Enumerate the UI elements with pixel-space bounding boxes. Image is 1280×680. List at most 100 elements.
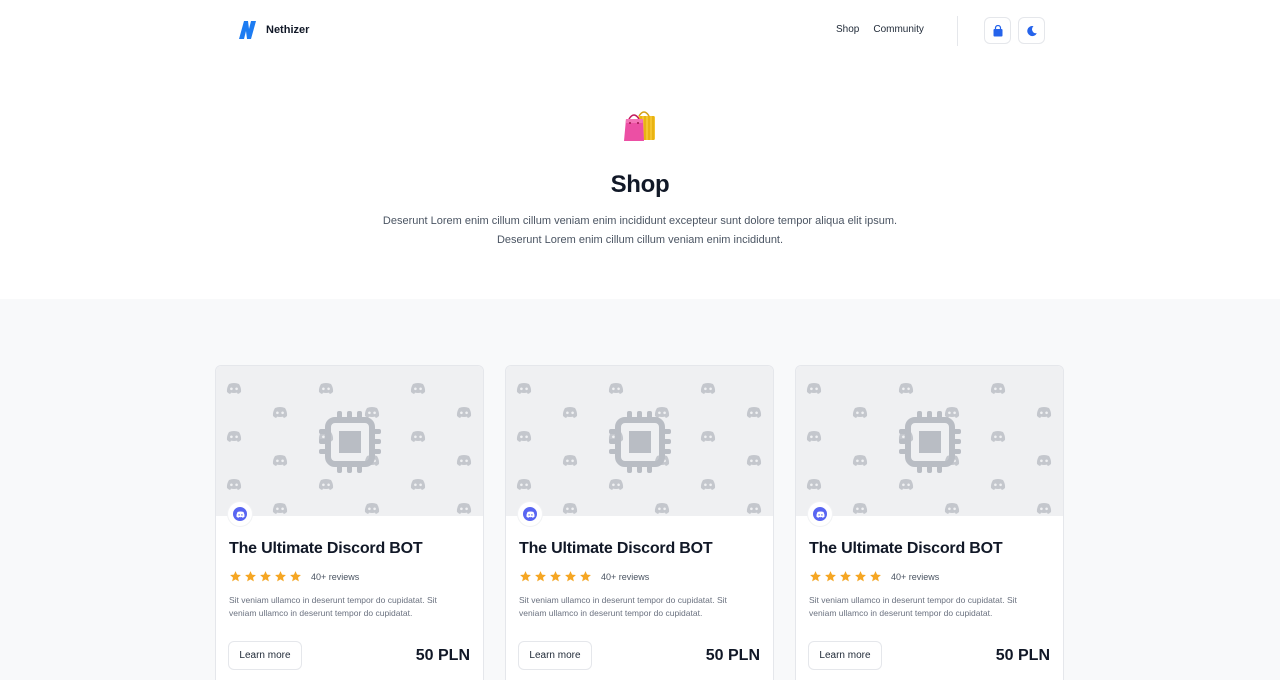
theme-toggle-button[interactable] [1018, 17, 1045, 44]
discord-icon [562, 503, 578, 514]
discord-icon [410, 431, 426, 442]
discord-icon [806, 383, 822, 394]
discord-icon [456, 455, 472, 466]
product-price: 50 PLN [995, 647, 1050, 664]
discord-icon [746, 455, 762, 466]
discord-icon [990, 431, 1006, 442]
main-nav: Shop Community [836, 24, 924, 35]
discord-icon [608, 479, 624, 490]
platform-badge [228, 502, 252, 526]
discord-icon [410, 479, 426, 490]
discord-icon [898, 479, 914, 490]
reviews-count: 40+ reviews [311, 571, 360, 582]
discord-icon [410, 383, 426, 394]
discord-icon [226, 479, 242, 490]
discord-icon [516, 383, 532, 394]
discord-icon [516, 479, 532, 490]
reviews-count: 40+ reviews [891, 571, 940, 582]
star-icon [550, 571, 561, 582]
discord-icon [852, 503, 868, 514]
cart-button[interactable] [984, 17, 1011, 44]
star-icon [520, 571, 531, 582]
star-icon [275, 571, 286, 582]
discord-icon [318, 383, 334, 394]
discord-icon [318, 479, 334, 490]
star-icon [870, 571, 881, 582]
discord-icon [944, 503, 960, 514]
brand-name: Nethizer [266, 24, 310, 36]
product-title[interactable]: The Ultimate Discord BOT [809, 540, 1003, 558]
brand[interactable]: Nethizer [236, 19, 309, 41]
product-description: Sit veniam ullamco in deserunt tempor do… [809, 595, 1017, 618]
discord-icon [700, 479, 716, 490]
nav-link-community[interactable]: Community [873, 24, 924, 35]
lightning-n-logo-icon [239, 21, 256, 39]
product-card: The Ultimate Discord BOT 40+ reviews Sit… [215, 365, 484, 680]
discord-icon [1036, 455, 1052, 466]
star-icon [855, 571, 866, 582]
reviews-count: 40+ reviews [601, 571, 650, 582]
discord-icon [990, 383, 1006, 394]
star-icon [810, 571, 821, 582]
discord-icon [272, 407, 288, 418]
product-image [216, 366, 483, 516]
discord-icon [654, 503, 670, 514]
discord-icon [456, 407, 472, 418]
discord-icon [746, 407, 762, 418]
discord-icon [746, 503, 762, 514]
page-title: Shop [610, 171, 670, 198]
product-description: Sit veniam ullamco in deserunt tempor do… [519, 595, 727, 618]
learn-more-button[interactable]: Learn more [808, 641, 882, 670]
product-title[interactable]: The Ultimate Discord BOT [519, 540, 713, 558]
discord-icon [898, 383, 914, 394]
page-description-line-1: Deserunt Lorem enim cillum cillum veniam… [382, 215, 898, 227]
star-icon [565, 571, 576, 582]
nav-link-shop[interactable]: Shop [836, 24, 859, 35]
discord-icon [562, 455, 578, 466]
discord-icon [272, 455, 288, 466]
shopping-bag-icon [993, 24, 1002, 36]
product-card: The Ultimate Discord BOT 40+ reviews Sit… [505, 365, 774, 680]
nav-divider [957, 16, 958, 46]
discord-icon [608, 383, 624, 394]
product-image [796, 366, 1063, 516]
discord-icon [1036, 407, 1052, 418]
star-icon [580, 571, 591, 582]
product-image [506, 366, 773, 516]
product-price: 50 PLN [415, 647, 470, 664]
product-description: Sit veniam ullamco in deserunt tempor do… [229, 595, 437, 618]
discord-icon [700, 383, 716, 394]
chip-icon [319, 411, 381, 473]
discord-icon [990, 479, 1006, 490]
product-title[interactable]: The Ultimate Discord BOT [229, 540, 423, 558]
hero-section: Shop Deserunt Lorem enim cillum cillum v… [0, 62, 1280, 299]
discord-icon [852, 407, 868, 418]
page-description: Deserunt Lorem enim cillum cillum veniam… [340, 212, 940, 250]
discord-icon [806, 431, 822, 442]
discord-icon [235, 511, 245, 518]
page-description-line-2: Deserunt Lorem enim cillum cillum veniam… [496, 234, 784, 246]
platform-badge [808, 502, 832, 526]
rating-stars [809, 570, 882, 583]
star-icon [825, 571, 836, 582]
discord-icon [806, 479, 822, 490]
platform-badge [518, 502, 542, 526]
product-price: 50 PLN [705, 647, 760, 664]
chip-icon [899, 411, 961, 473]
rating-stars [229, 570, 302, 583]
star-icon [230, 571, 241, 582]
learn-more-button[interactable]: Learn more [518, 641, 592, 670]
star-icon [260, 571, 271, 582]
star-icon [840, 571, 851, 582]
rating-stars [519, 570, 592, 583]
star-icon [245, 571, 256, 582]
discord-icon [700, 431, 716, 442]
discord-icon [815, 511, 825, 518]
product-card: The Ultimate Discord BOT 40+ reviews Sit… [795, 365, 1064, 680]
discord-icon [852, 455, 868, 466]
product-rating: 40+ reviews [809, 570, 939, 583]
learn-more-button[interactable]: Learn more [228, 641, 302, 670]
discord-icon [516, 431, 532, 442]
chip-icon [609, 411, 671, 473]
discord-icon [562, 407, 578, 418]
